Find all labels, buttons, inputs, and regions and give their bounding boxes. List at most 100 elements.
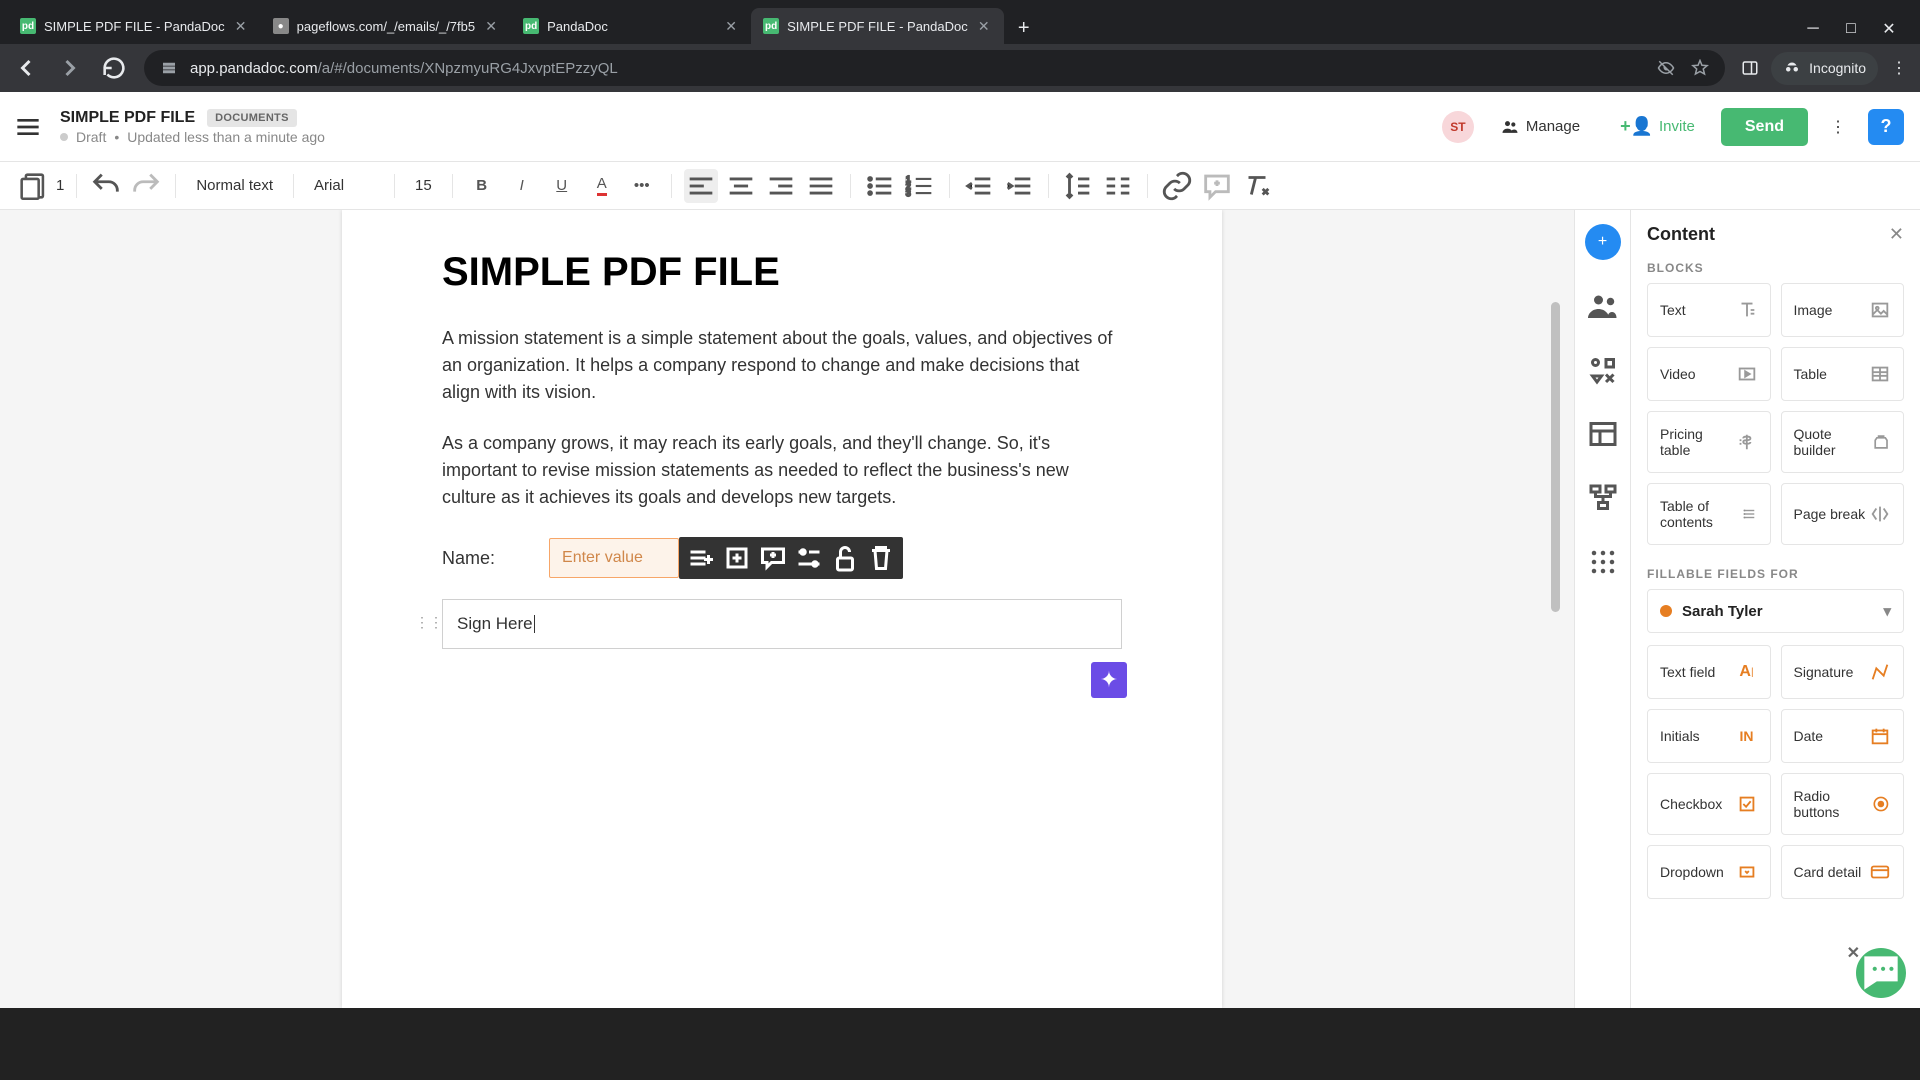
- panel-close-icon[interactable]: ✕: [1889, 224, 1904, 245]
- close-window-icon[interactable]: ✕: [1882, 22, 1896, 36]
- field-text-field[interactable]: Text fieldA|: [1647, 645, 1771, 699]
- variables-icon[interactable]: [1585, 352, 1621, 388]
- add-content-button[interactable]: +: [1585, 224, 1621, 260]
- address-bar[interactable]: app.pandadoc.com/a/#/documents/XNpzmyuRG…: [144, 50, 1725, 86]
- document-title[interactable]: SIMPLE PDF FILE: [60, 109, 195, 127]
- site-settings-icon[interactable]: [160, 59, 178, 77]
- field-settings-icon[interactable]: [791, 540, 827, 576]
- pages-button[interactable]: [16, 169, 50, 203]
- field-dropdown[interactable]: Dropdown: [1647, 845, 1771, 899]
- send-button[interactable]: Send: [1721, 108, 1808, 146]
- text-style-select[interactable]: Normal text: [188, 173, 281, 198]
- text-block[interactable]: ⋮⋮ Sign Here ✦: [442, 599, 1122, 649]
- help-button[interactable]: ?: [1868, 109, 1904, 145]
- bullet-list-button[interactable]: [863, 169, 897, 203]
- redo-button[interactable]: [129, 169, 163, 203]
- clear-formatting-button[interactable]: [1240, 169, 1274, 203]
- eye-off-icon[interactable]: [1657, 59, 1675, 77]
- italic-button[interactable]: I: [505, 169, 539, 203]
- recipients-icon[interactable]: [1585, 288, 1621, 324]
- back-button[interactable]: [12, 54, 40, 82]
- document-page[interactable]: SIMPLE PDF FILE A mission statement is a…: [342, 210, 1222, 1008]
- align-right-button[interactable]: [764, 169, 798, 203]
- text-color-button[interactable]: A: [585, 169, 619, 203]
- maximize-icon[interactable]: □: [1844, 22, 1858, 36]
- new-tab-button[interactable]: +: [1008, 12, 1040, 44]
- font-size-select[interactable]: 15: [407, 173, 440, 198]
- section-label: FILLABLE FIELDS FOR: [1647, 567, 1904, 581]
- block-video[interactable]: Video: [1647, 347, 1771, 401]
- block-pricing-table[interactable]: Pricing table: [1647, 411, 1771, 473]
- menu-button[interactable]: [12, 111, 44, 143]
- field-unlock-icon[interactable]: [827, 540, 863, 576]
- field-label[interactable]: Name:: [442, 548, 495, 569]
- field-checkbox[interactable]: Checkbox: [1647, 773, 1771, 835]
- recipient-select[interactable]: Sarah Tyler ▾: [1647, 589, 1904, 633]
- workflow-icon[interactable]: [1585, 480, 1621, 516]
- block-text[interactable]: Text: [1647, 283, 1771, 337]
- field-card-details[interactable]: Card detail: [1781, 845, 1905, 899]
- block-page-break[interactable]: Page break: [1781, 483, 1905, 545]
- user-avatar[interactable]: ST: [1442, 111, 1474, 143]
- field-delete-icon[interactable]: [863, 540, 899, 576]
- columns-button[interactable]: [1101, 169, 1135, 203]
- browser-tab-active[interactable]: pd SIMPLE PDF FILE - PandaDoc ✕: [751, 8, 1004, 44]
- align-left-button[interactable]: [684, 169, 718, 203]
- block-table-of-contents[interactable]: Table of contents: [1647, 483, 1771, 545]
- align-justify-button[interactable]: [804, 169, 838, 203]
- tab-close-icon[interactable]: ✕: [483, 18, 499, 34]
- browser-tab[interactable]: ● pageflows.com/_/emails/_/7fb5 ✕: [261, 8, 511, 44]
- star-icon[interactable]: [1691, 59, 1709, 77]
- field-date[interactable]: Date: [1781, 709, 1905, 763]
- field-assign-icon[interactable]: [683, 540, 719, 576]
- field-duplicate-icon[interactable]: [719, 540, 755, 576]
- paragraph[interactable]: As a company grows, it may reach its ear…: [442, 430, 1122, 511]
- quote-icon: [1871, 431, 1891, 453]
- apps-icon[interactable]: [1585, 544, 1621, 580]
- font-family-select[interactable]: Arial: [306, 173, 382, 198]
- forward-button[interactable]: [56, 54, 84, 82]
- browser-tab[interactable]: pd PandaDoc ✕: [511, 8, 751, 44]
- tab-close-icon[interactable]: ✕: [976, 18, 992, 34]
- drag-handle-icon[interactable]: ⋮⋮: [415, 614, 443, 631]
- more-formatting-button[interactable]: •••: [625, 169, 659, 203]
- browser-menu-icon[interactable]: ⋮: [1890, 59, 1908, 77]
- tab-close-icon[interactable]: ✕: [723, 18, 739, 34]
- line-spacing-button[interactable]: [1061, 169, 1095, 203]
- radio-icon: [1871, 793, 1891, 815]
- undo-button[interactable]: [89, 169, 123, 203]
- canvas-area[interactable]: SIMPLE PDF FILE A mission statement is a…: [0, 210, 1574, 1008]
- block-quote-builder[interactable]: Quote builder: [1781, 411, 1905, 473]
- comment-button[interactable]: [1200, 169, 1234, 203]
- block-image[interactable]: Image: [1781, 283, 1905, 337]
- field-signature[interactable]: Signature: [1781, 645, 1905, 699]
- underline-button[interactable]: U: [545, 169, 579, 203]
- bold-button[interactable]: B: [465, 169, 499, 203]
- field-comment-icon[interactable]: [755, 540, 791, 576]
- align-center-button[interactable]: [724, 169, 758, 203]
- minimize-icon[interactable]: ─: [1806, 22, 1820, 36]
- field-radio-buttons[interactable]: Radio buttons: [1781, 773, 1905, 835]
- more-options-button[interactable]: ⋮: [1820, 109, 1856, 145]
- reload-button[interactable]: [100, 54, 128, 82]
- tab-close-icon[interactable]: ✕: [233, 18, 249, 34]
- outdent-button[interactable]: [962, 169, 996, 203]
- add-block-button[interactable]: ✦: [1091, 662, 1127, 698]
- numbered-list-button[interactable]: 123: [903, 169, 937, 203]
- paragraph[interactable]: A mission statement is a simple statemen…: [442, 325, 1122, 406]
- invite-button[interactable]: +👤 Invite: [1606, 108, 1709, 145]
- incognito-badge[interactable]: Incognito: [1771, 52, 1878, 85]
- layout-icon[interactable]: [1585, 416, 1621, 452]
- manage-button[interactable]: Manage: [1486, 109, 1594, 145]
- document-heading[interactable]: SIMPLE PDF FILE: [442, 250, 1122, 295]
- incognito-icon: [1783, 58, 1801, 79]
- block-table[interactable]: Table: [1781, 347, 1905, 401]
- link-button[interactable]: [1160, 169, 1194, 203]
- panel-icon[interactable]: [1741, 59, 1759, 77]
- scrollbar-vertical[interactable]: [1551, 302, 1560, 612]
- text-field-placeholder[interactable]: Enter value: [549, 538, 679, 578]
- field-initials[interactable]: InitialsIN: [1647, 709, 1771, 763]
- chat-button[interactable]: [1856, 948, 1906, 998]
- indent-button[interactable]: [1002, 169, 1036, 203]
- browser-tab[interactable]: pd SIMPLE PDF FILE - PandaDoc ✕: [8, 8, 261, 44]
